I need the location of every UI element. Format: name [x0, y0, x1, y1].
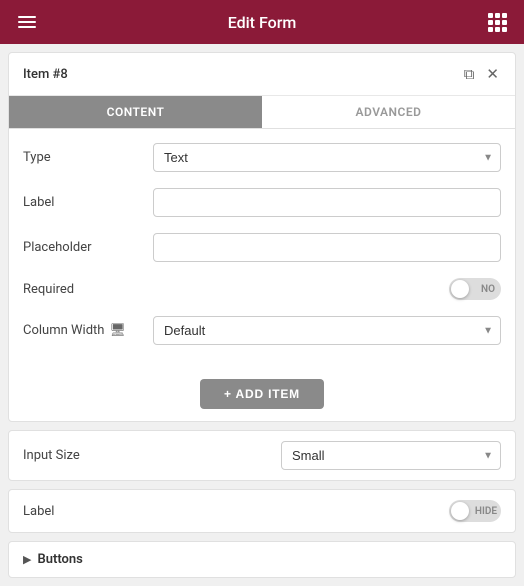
required-label: Required [23, 282, 153, 297]
form-section: Type Text Email Number Date Select Check… [9, 129, 515, 363]
input-size-section: Input Size Small Medium Large ▼ [8, 430, 516, 481]
tab-content[interactable]: CONTENT [9, 96, 262, 128]
label-section: Label HIDE [8, 489, 516, 533]
close-icon[interactable]: ✕ [484, 63, 501, 85]
tab-advanced[interactable]: ADVANCED [262, 96, 515, 128]
column-width-label: Column Width 🖥 [23, 323, 153, 338]
type-select-wrapper: Text Email Number Date Select Checkbox ▼ [153, 143, 501, 172]
required-control: NO [153, 278, 501, 300]
type-control: Text Email Number Date Select Checkbox ▼ [153, 143, 501, 172]
input-size-label: Input Size [23, 448, 281, 463]
required-toggle-label: NO [481, 284, 495, 295]
column-width-control: Default 1/4 1/3 1/2 2/3 3/4 Full ▼ [153, 316, 501, 345]
item-actions: ⧉ ✕ [462, 63, 501, 85]
label-section-label: Label [23, 504, 449, 519]
placeholder-label: Placeholder [23, 240, 153, 255]
monitor-icon: 🖥 [109, 323, 126, 338]
tabs: CONTENT ADVANCED [9, 96, 515, 129]
item-header: Item #8 ⧉ ✕ [9, 53, 515, 96]
add-item-section: + ADD ITEM [9, 363, 515, 421]
column-width-select[interactable]: Default 1/4 1/3 1/2 2/3 3/4 Full [153, 316, 501, 345]
add-item-button[interactable]: + ADD ITEM [200, 379, 324, 409]
header: Edit Form [0, 0, 524, 44]
input-size-select-wrapper: Small Medium Large ▼ [281, 441, 501, 470]
type-select[interactable]: Text Email Number Date Select Checkbox [153, 143, 501, 172]
label-toggle-row: Label HIDE [9, 490, 515, 532]
buttons-section: ▶ Buttons [8, 541, 516, 578]
hamburger-menu-icon[interactable] [12, 16, 42, 28]
input-size-select[interactable]: Small Medium Large [281, 441, 501, 470]
label-control [153, 188, 501, 217]
label-toggle-label: HIDE [475, 506, 497, 517]
item-title: Item #8 [23, 67, 68, 82]
placeholder-field-row: Placeholder [23, 225, 501, 270]
type-label: Type [23, 150, 153, 165]
edit-form-panel: Item #8 ⧉ ✕ CONTENT ADVANCED Type Text E… [8, 52, 516, 422]
label-toggle-knob [451, 502, 469, 520]
type-field-row: Type Text Email Number Date Select Check… [23, 135, 501, 180]
label-toggle[interactable]: HIDE [449, 500, 501, 522]
required-toggle[interactable]: NO [449, 278, 501, 300]
copy-icon[interactable]: ⧉ [462, 63, 477, 85]
label-field-row: Label [23, 180, 501, 225]
label-input[interactable] [153, 188, 501, 217]
chevron-right-icon: ▶ [23, 553, 31, 566]
buttons-header[interactable]: ▶ Buttons [23, 552, 501, 567]
input-size-row: Input Size Small Medium Large ▼ [9, 431, 515, 480]
placeholder-input[interactable] [153, 233, 501, 262]
column-width-select-wrapper: Default 1/4 1/3 1/2 2/3 3/4 Full ▼ [153, 316, 501, 345]
buttons-section-label: Buttons [37, 552, 82, 567]
column-width-field-row: Column Width 🖥 Default 1/4 1/3 1/2 2/3 3… [23, 308, 501, 353]
placeholder-control [153, 233, 501, 262]
grid-apps-icon[interactable] [482, 13, 512, 32]
page-title: Edit Form [42, 13, 482, 32]
required-field-row: Required NO [23, 270, 501, 308]
label-label: Label [23, 195, 153, 210]
required-toggle-knob [451, 280, 469, 298]
